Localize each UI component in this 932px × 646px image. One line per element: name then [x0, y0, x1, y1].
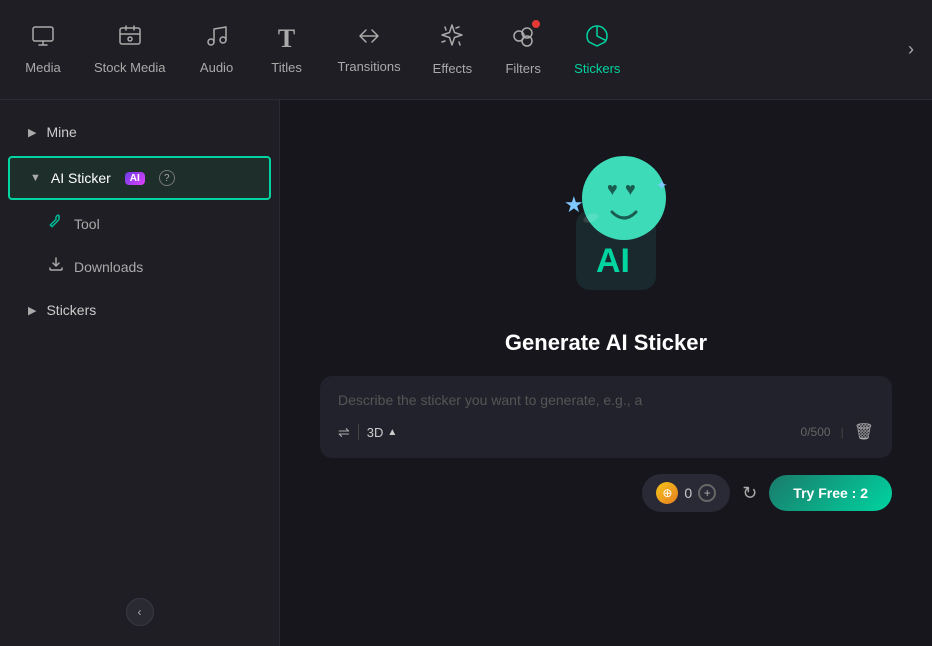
nav-stickers-label: Stickers — [574, 61, 620, 76]
sidebar-ai-sticker-label: AI Sticker — [51, 170, 111, 186]
top-nav: Media Stock Media Audio T Titles — [0, 0, 932, 100]
sidebar-item-mine[interactable]: ▶ Mine — [8, 112, 271, 152]
svg-text:★: ★ — [564, 192, 584, 217]
sidebar-downloads-label: Downloads — [74, 259, 143, 275]
sidebar-stickers-label: Stickers — [46, 302, 96, 318]
filters-dot — [532, 20, 540, 28]
nav-media[interactable]: Media — [8, 14, 78, 85]
main-body: ▶ Mine ▼ AI Sticker AI ? Tool — [0, 100, 932, 646]
sticker-description-input[interactable] — [338, 392, 874, 408]
char-divider: | — [841, 425, 844, 439]
collapse-icon: ‹ — [138, 605, 142, 619]
downloads-icon — [48, 256, 64, 277]
stickers-arrow-icon: ▶ — [28, 304, 36, 317]
add-credit-icon[interactable]: + — [698, 484, 716, 502]
sidebar-item-downloads[interactable]: Downloads — [8, 246, 271, 287]
transitions-icon — [356, 25, 382, 53]
refresh-icon[interactable]: ↻ — [742, 483, 757, 504]
nav-expand-button[interactable]: › — [898, 29, 924, 70]
sidebar-item-tool[interactable]: Tool — [8, 203, 271, 244]
nav-stock-media-label: Stock Media — [94, 60, 166, 75]
credit-button[interactable]: ⊕ 0 + — [642, 474, 730, 512]
style-selector[interactable]: 3D ▲ — [367, 425, 398, 440]
ai-sticker-arrow-icon: ▼ — [30, 172, 41, 184]
nav-titles[interactable]: T Titles — [252, 14, 322, 85]
sidebar-collapse-button[interactable]: ‹ — [126, 598, 154, 626]
try-free-button[interactable]: Try Free : 2 — [769, 475, 892, 511]
stickers-icon — [584, 23, 610, 55]
nav-stock-media[interactable]: Stock Media — [78, 14, 182, 85]
char-count-text: 0/500 — [801, 425, 831, 439]
stock-media-icon — [118, 24, 142, 54]
help-icon[interactable]: ? — [159, 170, 175, 186]
char-count: 0/500 | 🗑 — [801, 422, 874, 442]
tool-icon — [48, 213, 64, 234]
sticker-hero-image: AI ♥ ♥ ★ ✦ — [516, 130, 696, 310]
sidebar-item-stickers[interactable]: ▶ Stickers — [8, 290, 271, 330]
sidebar-item-ai-sticker[interactable]: ▼ AI Sticker AI ? — [8, 156, 271, 200]
nav-titles-label: Titles — [271, 60, 302, 75]
svg-text:✦: ✦ — [656, 177, 668, 193]
trash-icon[interactable]: 🗑 — [854, 422, 874, 442]
audio-icon — [205, 24, 229, 54]
svg-text:♥: ♥ — [625, 179, 636, 199]
nav-effects-label: Effects — [433, 61, 473, 76]
svg-text:AI: AI — [596, 242, 630, 280]
sidebar-mine-label: Mine — [46, 124, 76, 140]
action-row: ⊕ 0 + ↻ Try Free : 2 — [320, 474, 892, 512]
sidebar: ▶ Mine ▼ AI Sticker AI ? Tool — [0, 100, 280, 646]
media-icon — [31, 24, 55, 54]
input-card: ⇌ 3D ▲ 0/500 | 🗑 — [320, 376, 892, 458]
nav-transitions-label: Transitions — [338, 59, 401, 74]
effects-icon — [439, 23, 465, 55]
credit-icon: ⊕ — [656, 482, 678, 504]
credit-count: 0 — [684, 485, 692, 501]
style-arrow-icon: ▲ — [387, 427, 397, 438]
titles-icon: T — [278, 24, 295, 54]
nav-media-label: Media — [25, 60, 60, 75]
mine-arrow-icon: ▶ — [28, 126, 36, 139]
nav-audio[interactable]: Audio — [182, 14, 252, 85]
filters-icon — [510, 23, 536, 55]
sidebar-tool-label: Tool — [74, 216, 100, 232]
nav-filters[interactable]: Filters — [488, 13, 558, 86]
ai-badge: AI — [125, 172, 145, 185]
content-title: Generate AI Sticker — [505, 330, 707, 356]
nav-effects[interactable]: Effects — [417, 13, 489, 86]
style-label: 3D — [367, 425, 384, 440]
input-footer: ⇌ 3D ▲ 0/500 | 🗑 — [338, 422, 874, 442]
nav-filters-label: Filters — [505, 61, 540, 76]
nav-stickers[interactable]: Stickers — [558, 13, 636, 86]
content-area: AI ♥ ♥ ★ ✦ Generate AI Sticker ⇌ — [280, 100, 932, 646]
shuffle-icon[interactable]: ⇌ — [338, 424, 350, 441]
nav-audio-label: Audio — [200, 60, 233, 75]
style-divider — [358, 424, 359, 440]
svg-text:♥: ♥ — [607, 179, 618, 199]
nav-transitions[interactable]: Transitions — [322, 15, 417, 84]
